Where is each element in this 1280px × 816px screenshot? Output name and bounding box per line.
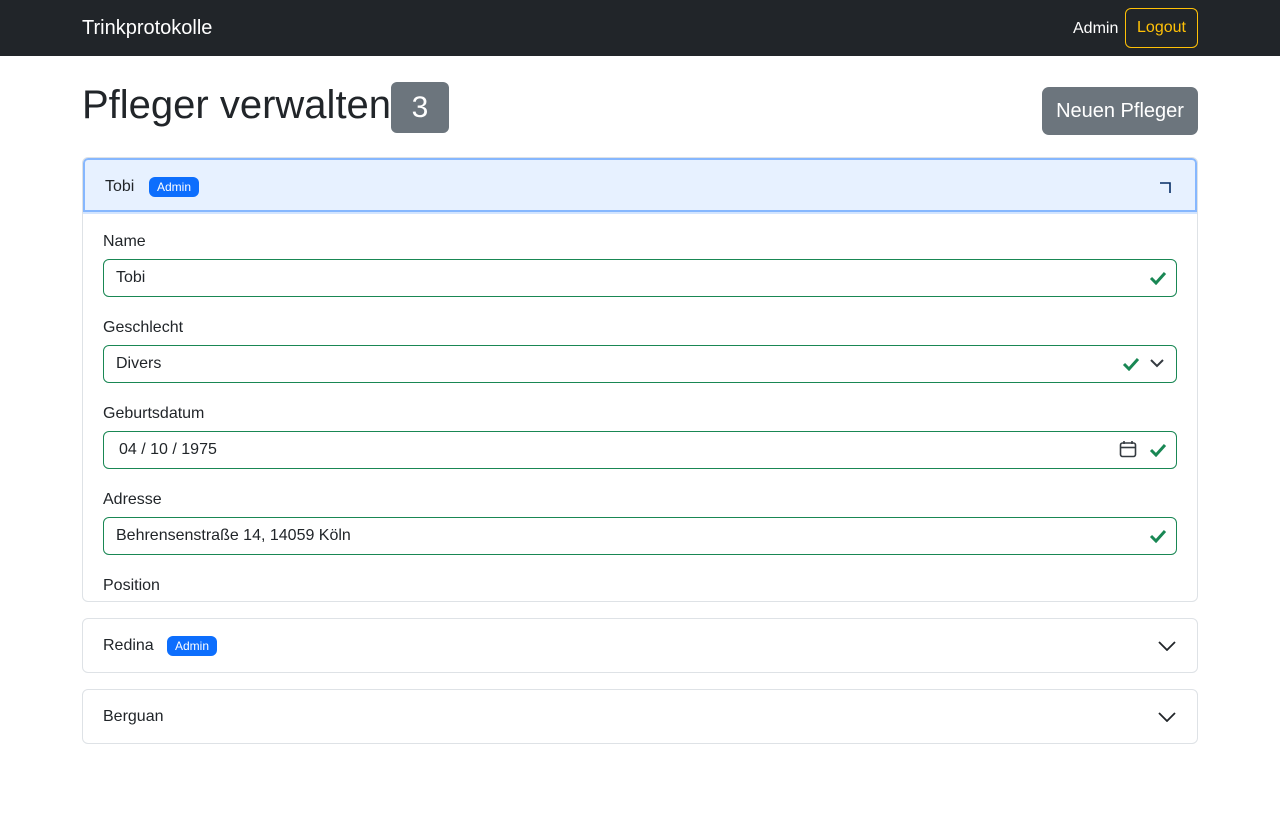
valid-check-icon <box>1149 529 1167 543</box>
accordion-title: Berguan <box>103 708 164 725</box>
birthdate-label: Geburtsdatum <box>103 405 205 422</box>
name-input[interactable]: Tobi <box>103 259 1177 297</box>
accordion-title: Redina <box>103 637 154 654</box>
valid-check-icon <box>1122 357 1140 371</box>
page-title: Pfleger verwalten <box>82 83 392 127</box>
chevron-down-icon <box>1158 641 1176 651</box>
accordion-item-berguan[interactable]: Berguan <box>82 689 1198 744</box>
address-input-value: Behrensenstraße 14, 14059 Köln <box>116 527 351 544</box>
accordion-title: Tobi <box>105 178 135 195</box>
chevron-up-icon <box>1160 182 1171 193</box>
birthdate-input-value: 04 / 10 / 1975 <box>119 441 217 458</box>
count-badge: 3 <box>391 82 449 133</box>
calendar-icon[interactable] <box>1119 440 1137 458</box>
gender-label: Geschlecht <box>103 319 184 336</box>
logout-button[interactable]: Logout <box>1125 8 1198 48</box>
gender-select-value: Divers <box>116 355 162 372</box>
accordion-item-tobi: Tobi Admin Name Tobi Geschlecht Divers G… <box>82 157 1198 602</box>
chevron-down-icon <box>1150 359 1164 368</box>
birthdate-input[interactable]: 04 / 10 / 1975 <box>103 431 1177 469</box>
new-caregiver-button[interactable]: Neuen Pfleger <box>1042 87 1198 135</box>
nav-link-admin[interactable]: Admin <box>1073 19 1118 39</box>
navbar-brand[interactable]: Trinkprotokolle <box>82 16 212 40</box>
position-label: Position <box>103 577 160 594</box>
valid-check-icon <box>1149 443 1167 457</box>
name-input-value: Tobi <box>116 269 146 286</box>
valid-check-icon <box>1149 271 1167 285</box>
gender-select[interactable]: Divers <box>103 345 1177 383</box>
admin-badge: Admin <box>167 636 218 656</box>
name-label: Name <box>103 233 146 250</box>
address-label: Adresse <box>103 491 162 508</box>
navbar: Trinkprotokolle Admin Logout <box>0 0 1280 56</box>
admin-badge: Admin <box>149 177 200 197</box>
accordion-header-tobi[interactable]: Tobi Admin <box>83 158 1197 212</box>
accordion-item-redina[interactable]: Redina Admin <box>82 618 1198 673</box>
address-input[interactable]: Behrensenstraße 14, 14059 Köln <box>103 517 1177 555</box>
chevron-down-icon <box>1158 712 1176 722</box>
